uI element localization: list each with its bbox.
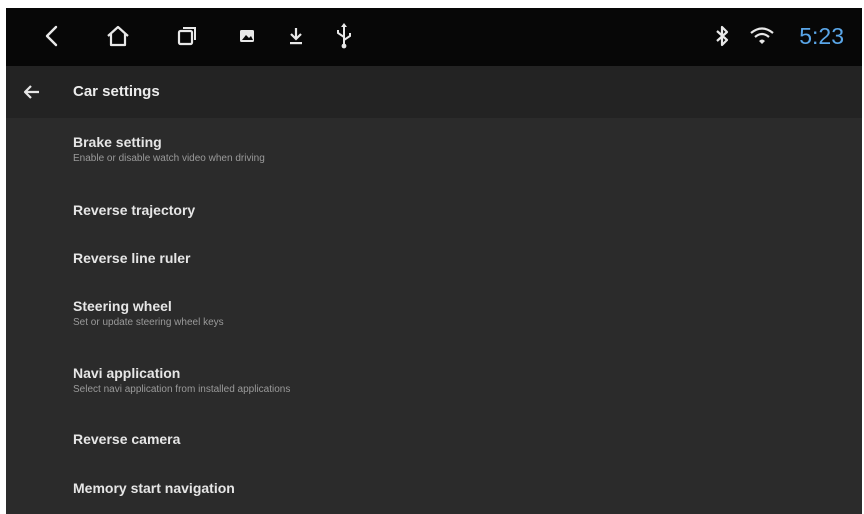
clock: 5:23 <box>799 23 844 49</box>
usb-icon <box>330 22 358 50</box>
setting-item-navi-application[interactable]: Navi application Select navi application… <box>6 363 862 409</box>
back-chevron-icon[interactable] <box>38 22 66 50</box>
setting-item-reverse-line-ruler[interactable]: Reverse line ruler <box>6 248 862 278</box>
bluetooth-icon <box>708 22 736 50</box>
home-icon[interactable] <box>104 22 132 50</box>
setting-item-title: Steering wheel <box>73 298 172 314</box>
setting-item-memory-start-navigation[interactable]: Memory start navigation <box>6 478 862 508</box>
image-icon <box>233 22 261 50</box>
setting-item-subtitle: Select navi application from installed a… <box>73 384 291 395</box>
setting-item-title: Memory start navigation <box>73 480 235 496</box>
setting-item-subtitle: Set or update steering wheel keys <box>73 317 224 328</box>
recent-apps-icon[interactable] <box>173 22 201 50</box>
download-icon <box>282 22 310 50</box>
setting-item-title: Reverse line ruler <box>73 250 191 266</box>
setting-item-subtitle: Enable or disable watch video when drivi… <box>73 153 265 164</box>
app-toolbar: Car settings <box>6 66 862 118</box>
status-bar: 5:23 <box>6 8 862 66</box>
setting-item-title: Reverse trajectory <box>73 202 196 218</box>
screen: 5:23 Car settings Brake setting Enable o… <box>6 8 862 514</box>
setting-item-reverse-trajectory[interactable]: Reverse trajectory <box>6 200 862 230</box>
setting-item-title: Brake setting <box>73 134 162 150</box>
setting-item-reverse-camera[interactable]: Reverse camera <box>6 429 862 459</box>
arrow-left-icon[interactable] <box>18 78 46 106</box>
page-title: Car settings <box>73 83 160 100</box>
setting-item-steering-wheel[interactable]: Steering wheel Set or update steering wh… <box>6 296 862 342</box>
setting-item-brake[interactable]: Brake setting Enable or disable watch vi… <box>6 132 862 178</box>
wifi-icon <box>748 22 776 50</box>
setting-item-title: Reverse camera <box>73 431 181 447</box>
settings-list: Brake setting Enable or disable watch vi… <box>6 118 862 514</box>
setting-item-title: Navi application <box>73 365 181 381</box>
